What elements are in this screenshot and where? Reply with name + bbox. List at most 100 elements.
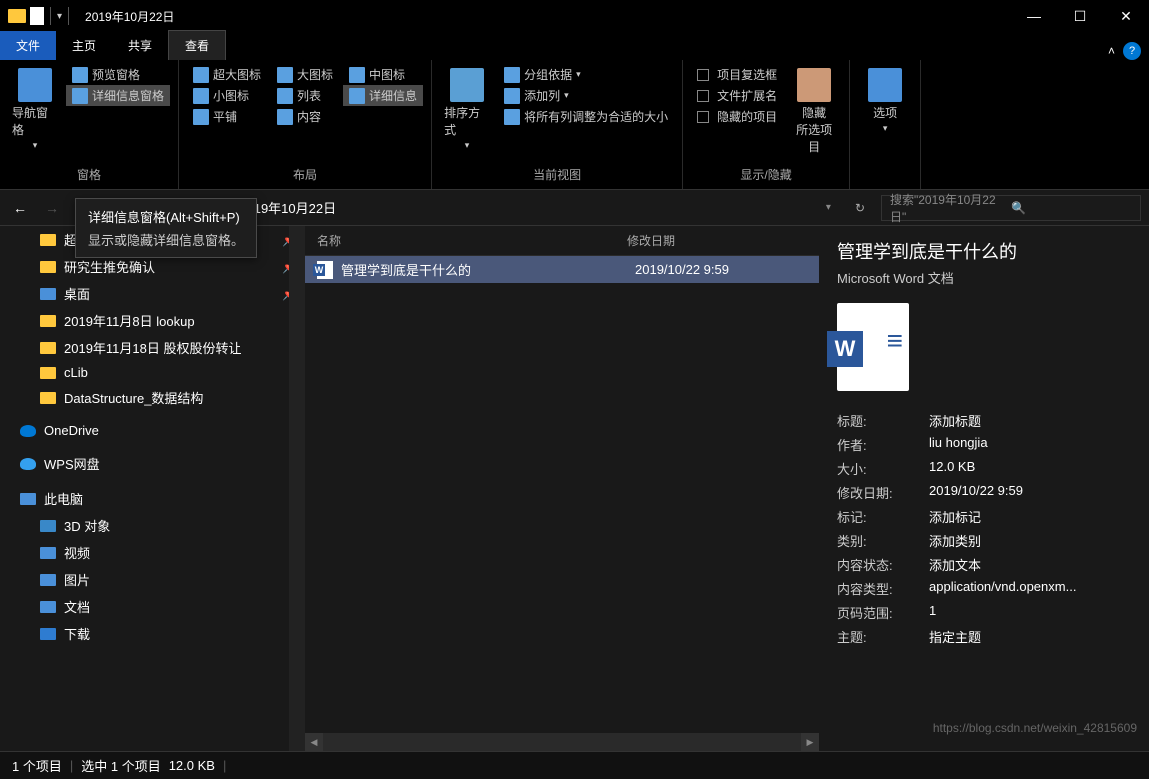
tiles-icon (193, 109, 209, 125)
options-button[interactable]: 选项 ▾ (858, 64, 912, 167)
layout-small[interactable]: 小图标 (187, 85, 267, 106)
list-icon (277, 88, 293, 104)
collapse-ribbon[interactable]: ˄ (1108, 44, 1115, 58)
help-icon[interactable]: ? (1123, 42, 1141, 60)
sidebar-item[interactable]: 2019年11月18日 股权股份转让 (0, 334, 305, 361)
sidebar-downloads[interactable]: 下载 (0, 620, 305, 647)
video-icon (40, 547, 56, 559)
3d-icon (40, 520, 56, 532)
word-file-icon (317, 261, 333, 279)
folder-icon (40, 367, 56, 379)
scroll-right-icon[interactable]: ▶ (801, 733, 819, 751)
details-pane-button[interactable]: 详细信息窗格 (66, 85, 170, 106)
ribbon-tabs: 文件 主页 共享 查看 ˄ ? (0, 32, 1149, 60)
sidebar-documents[interactable]: 文档 (0, 593, 305, 620)
documents-icon (40, 601, 56, 613)
close-button[interactable]: ✕ (1103, 0, 1149, 32)
quick-access-dropdown[interactable]: ▾ (57, 11, 62, 22)
pc-icon (20, 493, 36, 505)
sidebar-3d-objects[interactable]: 3D 对象 (0, 512, 305, 539)
file-row[interactable]: 管理学到底是干什么的 2019/10/22 9:59 (305, 256, 819, 283)
layout-large[interactable]: 大图标 (271, 64, 339, 85)
file-extensions-toggle[interactable]: 文件扩展名 (691, 85, 783, 106)
preview-pane-button[interactable]: 预览窗格 (66, 64, 170, 85)
downloads-icon (40, 628, 56, 640)
sidebar-pictures[interactable]: 图片 (0, 566, 305, 593)
scroll-left-icon[interactable]: ◀ (305, 733, 323, 751)
prop-key: 修改日期: (837, 483, 917, 502)
add-columns-button[interactable]: 添加列 ▾ (498, 85, 674, 106)
group-by-button[interactable]: 分组依据 ▾ (498, 64, 674, 85)
sidebar-scrollbar[interactable] (289, 226, 305, 751)
size-all-columns-button[interactable]: 将所有列调整为合适的大小 (498, 106, 674, 127)
tooltip-description: 显示或隐藏详细信息窗格。 (88, 230, 244, 249)
layout-list[interactable]: 列表 (271, 85, 339, 106)
prop-val[interactable]: 添加文本 (929, 555, 1131, 574)
sort-by-button[interactable]: 排序方式 ▾ (440, 64, 494, 164)
minimize-button[interactable]: — (1011, 0, 1057, 32)
hidden-items-toggle[interactable]: 隐藏的项目 (691, 106, 783, 127)
prop-key: 内容状态: (837, 555, 917, 574)
medium-icons-icon (349, 67, 365, 83)
file-date: 2019/10/22 9:59 (635, 262, 795, 277)
prop-key: 内容类型: (837, 579, 917, 598)
back-button[interactable]: ← (8, 196, 32, 220)
small-icons-icon (193, 88, 209, 104)
ribbon: 导航窗格 ▾ 预览窗格 详细信息窗格 窗格 超大图标 小图标 平铺 大图标 列表… (0, 60, 1149, 190)
prop-val[interactable]: 添加类别 (929, 531, 1131, 550)
prop-val[interactable]: liu hongjia (929, 435, 1131, 454)
maximize-button[interactable]: ☐ (1057, 0, 1103, 32)
sidebar-videos[interactable]: 视频 (0, 539, 305, 566)
horizontal-scrollbar[interactable]: ◀ ▶ (305, 733, 819, 751)
prop-val[interactable]: 指定主题 (929, 627, 1131, 646)
sidebar-item[interactable]: DataStructure_数据结构 (0, 384, 305, 411)
details-pane-icon (72, 88, 88, 104)
file-list-header: 名称 修改日期 (305, 226, 819, 256)
group-panes-label: 窗格 (8, 164, 170, 185)
navigation-pane-button[interactable]: 导航窗格 ▾ (8, 64, 62, 164)
breadcrumb-dropdown[interactable]: ▾ (826, 202, 831, 213)
tab-share[interactable]: 共享 (112, 31, 168, 60)
layout-tiles[interactable]: 平铺 (187, 106, 267, 127)
options-icon (868, 68, 902, 102)
prop-val[interactable]: 添加标题 (929, 411, 1131, 430)
sidebar-this-pc[interactable]: 此电脑 (0, 485, 305, 512)
nav-pane-label: 导航窗格 (12, 104, 58, 138)
sidebar-onedrive[interactable]: OneDrive (0, 419, 305, 442)
sidebar-wps[interactable]: WPS网盘 (0, 450, 305, 477)
word-document-icon (837, 303, 909, 391)
prop-key: 页码范围: (837, 603, 917, 622)
desktop-icon (40, 288, 56, 300)
layout-content[interactable]: 内容 (271, 106, 339, 127)
search-input[interactable]: 搜索"2019年10月22日" 🔍 (881, 195, 1141, 221)
prop-key: 作者: (837, 435, 917, 454)
forward-button[interactable]: → (40, 196, 64, 220)
divider (50, 7, 51, 25)
sidebar-item[interactable]: cLib (0, 361, 305, 384)
extra-large-icon (193, 67, 209, 83)
sidebar-item[interactable]: 2019年11月8日 lookup (0, 307, 305, 334)
details-icon (349, 88, 365, 104)
prop-val[interactable]: 添加标记 (929, 507, 1131, 526)
column-name[interactable]: 名称 (317, 232, 627, 249)
layout-extra-large[interactable]: 超大图标 (187, 64, 267, 85)
column-date[interactable]: 修改日期 (627, 232, 787, 249)
status-item-count: 1 个项目 (12, 756, 62, 775)
nav-pane-icon (18, 68, 52, 102)
sidebar-item[interactable]: 桌面📌 (0, 280, 305, 307)
window-title: 2019年10月22日 (85, 8, 174, 25)
prop-val: application/vnd.openxm... (929, 579, 1131, 598)
prop-key: 主题: (837, 627, 917, 646)
layout-medium[interactable]: 中图标 (343, 64, 423, 85)
tab-view[interactable]: 查看 (168, 30, 226, 60)
document-icon (30, 7, 44, 25)
prop-key: 标题: (837, 411, 917, 430)
hide-selected-button[interactable]: 隐藏 所选项目 (787, 64, 841, 164)
navigation-tree: 超📌 研究生推免确认📌 桌面📌 2019年11月8日 lookup 2019年1… (0, 226, 305, 751)
item-checkboxes-toggle[interactable]: 项目复选框 (691, 64, 783, 85)
tab-home[interactable]: 主页 (56, 31, 112, 60)
layout-details[interactable]: 详细信息 (343, 85, 423, 106)
large-icons-icon (277, 67, 293, 83)
tab-file[interactable]: 文件 (0, 31, 56, 60)
refresh-button[interactable]: ↻ (847, 201, 873, 215)
